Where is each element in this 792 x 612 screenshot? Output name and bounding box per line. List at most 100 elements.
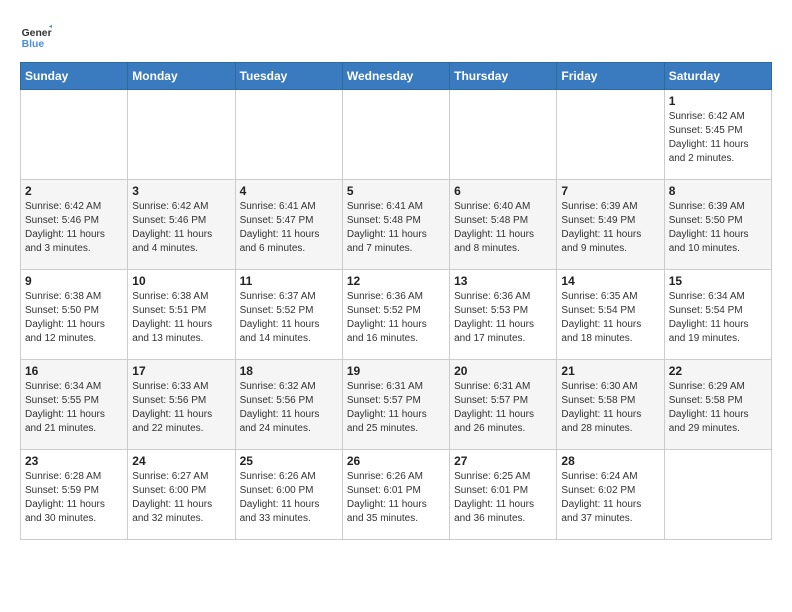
logo: General Blue bbox=[20, 20, 56, 52]
weekday-wednesday: Wednesday bbox=[342, 63, 449, 90]
weekday-tuesday: Tuesday bbox=[235, 63, 342, 90]
day-info: Sunrise: 6:24 AM Sunset: 6:02 PM Dayligh… bbox=[561, 470, 659, 526]
day-cell: 19 Sunrise: 6:31 AM Sunset: 5:57 PM Dayli… bbox=[342, 360, 449, 450]
day-number: 2 bbox=[25, 184, 123, 198]
day-info: Sunrise: 6:39 AM Sunset: 5:50 PM Dayligh… bbox=[669, 200, 767, 256]
week-row-4: 16 Sunrise: 6:34 AM Sunset: 5:55 PM Dayli… bbox=[21, 360, 772, 450]
day-number: 21 bbox=[561, 364, 659, 378]
weekday-friday: Friday bbox=[557, 63, 664, 90]
day-info: Sunrise: 6:42 AM Sunset: 5:45 PM Dayligh… bbox=[669, 110, 767, 166]
day-number: 27 bbox=[454, 454, 552, 468]
day-info: Sunrise: 6:39 AM Sunset: 5:49 PM Dayligh… bbox=[561, 200, 659, 256]
day-number: 9 bbox=[25, 274, 123, 288]
week-row-2: 2 Sunrise: 6:42 AM Sunset: 5:46 PM Daylig… bbox=[21, 180, 772, 270]
day-info: Sunrise: 6:26 AM Sunset: 6:01 PM Dayligh… bbox=[347, 470, 445, 526]
day-info: Sunrise: 6:41 AM Sunset: 5:47 PM Dayligh… bbox=[240, 200, 338, 256]
day-cell: 10 Sunrise: 6:38 AM Sunset: 5:51 PM Dayli… bbox=[128, 270, 235, 360]
day-cell: 16 Sunrise: 6:34 AM Sunset: 5:55 PM Dayli… bbox=[21, 360, 128, 450]
day-info: Sunrise: 6:31 AM Sunset: 5:57 PM Dayligh… bbox=[347, 380, 445, 436]
day-cell: 2 Sunrise: 6:42 AM Sunset: 5:46 PM Daylig… bbox=[21, 180, 128, 270]
day-info: Sunrise: 6:28 AM Sunset: 5:59 PM Dayligh… bbox=[25, 470, 123, 526]
day-info: Sunrise: 6:33 AM Sunset: 5:56 PM Dayligh… bbox=[132, 380, 230, 436]
day-number: 18 bbox=[240, 364, 338, 378]
logo-icon: General Blue bbox=[20, 20, 52, 52]
day-cell: 12Sunrise: 6:36 AM Sunset: 5:52 PM Dayli… bbox=[342, 270, 449, 360]
weekday-header-row: SundayMondayTuesdayWednesdayThursdayFrid… bbox=[21, 63, 772, 90]
day-cell: 28 Sunrise: 6:24 AM Sunset: 6:02 PM Dayli… bbox=[557, 450, 664, 540]
weekday-monday: Monday bbox=[128, 63, 235, 90]
day-cell: 9 Sunrise: 6:38 AM Sunset: 5:50 PM Daylig… bbox=[21, 270, 128, 360]
day-info: Sunrise: 6:35 AM Sunset: 5:54 PM Dayligh… bbox=[561, 290, 659, 346]
day-info: Sunrise: 6:25 AM Sunset: 6:01 PM Dayligh… bbox=[454, 470, 552, 526]
day-info: Sunrise: 6:31 AM Sunset: 5:57 PM Dayligh… bbox=[454, 380, 552, 436]
day-cell: 1Sunrise: 6:42 AM Sunset: 5:45 PM Daylig… bbox=[664, 90, 771, 180]
day-info: Sunrise: 6:29 AM Sunset: 5:58 PM Dayligh… bbox=[669, 380, 767, 436]
day-cell: 5Sunrise: 6:41 AM Sunset: 5:48 PM Daylig… bbox=[342, 180, 449, 270]
day-cell: 22 Sunrise: 6:29 AM Sunset: 5:58 PM Dayli… bbox=[664, 360, 771, 450]
day-cell: 3 Sunrise: 6:42 AM Sunset: 5:46 PM Daylig… bbox=[128, 180, 235, 270]
day-number: 6 bbox=[454, 184, 552, 198]
day-info: Sunrise: 6:34 AM Sunset: 5:54 PM Dayligh… bbox=[669, 290, 767, 346]
day-number: 19 bbox=[347, 364, 445, 378]
day-number: 24 bbox=[132, 454, 230, 468]
day-info: Sunrise: 6:37 AM Sunset: 5:52 PM Dayligh… bbox=[240, 290, 338, 346]
day-info: Sunrise: 6:38 AM Sunset: 5:51 PM Dayligh… bbox=[132, 290, 230, 346]
svg-text:Blue: Blue bbox=[22, 39, 45, 50]
day-info: Sunrise: 6:30 AM Sunset: 5:58 PM Dayligh… bbox=[561, 380, 659, 436]
day-number: 4 bbox=[240, 184, 338, 198]
day-cell bbox=[557, 90, 664, 180]
day-info: Sunrise: 6:40 AM Sunset: 5:48 PM Dayligh… bbox=[454, 200, 552, 256]
day-cell: 6 Sunrise: 6:40 AM Sunset: 5:48 PM Daylig… bbox=[450, 180, 557, 270]
day-number: 13 bbox=[454, 274, 552, 288]
day-number: 16 bbox=[25, 364, 123, 378]
day-number: 3 bbox=[132, 184, 230, 198]
day-cell bbox=[21, 90, 128, 180]
day-info: Sunrise: 6:27 AM Sunset: 6:00 PM Dayligh… bbox=[132, 470, 230, 526]
day-cell: 11 Sunrise: 6:37 AM Sunset: 5:52 PM Dayli… bbox=[235, 270, 342, 360]
day-number: 23 bbox=[25, 454, 123, 468]
day-number: 20 bbox=[454, 364, 552, 378]
day-number: 15 bbox=[669, 274, 767, 288]
day-cell: 27 Sunrise: 6:25 AM Sunset: 6:01 PM Dayli… bbox=[450, 450, 557, 540]
day-cell bbox=[664, 450, 771, 540]
weekday-saturday: Saturday bbox=[664, 63, 771, 90]
day-info: Sunrise: 6:32 AM Sunset: 5:56 PM Dayligh… bbox=[240, 380, 338, 436]
day-number: 10 bbox=[132, 274, 230, 288]
calendar-table: SundayMondayTuesdayWednesdayThursdayFrid… bbox=[20, 62, 772, 540]
day-cell bbox=[128, 90, 235, 180]
day-cell: 26Sunrise: 6:26 AM Sunset: 6:01 PM Dayli… bbox=[342, 450, 449, 540]
day-info: Sunrise: 6:34 AM Sunset: 5:55 PM Dayligh… bbox=[25, 380, 123, 436]
day-info: Sunrise: 6:36 AM Sunset: 5:52 PM Dayligh… bbox=[347, 290, 445, 346]
day-cell: 25 Sunrise: 6:26 AM Sunset: 6:00 PM Dayli… bbox=[235, 450, 342, 540]
day-cell: 20 Sunrise: 6:31 AM Sunset: 5:57 PM Dayli… bbox=[450, 360, 557, 450]
day-number: 7 bbox=[561, 184, 659, 198]
day-cell: 4 Sunrise: 6:41 AM Sunset: 5:47 PM Daylig… bbox=[235, 180, 342, 270]
day-cell bbox=[342, 90, 449, 180]
calendar-body: 1Sunrise: 6:42 AM Sunset: 5:45 PM Daylig… bbox=[21, 90, 772, 540]
day-info: Sunrise: 6:42 AM Sunset: 5:46 PM Dayligh… bbox=[25, 200, 123, 256]
weekday-sunday: Sunday bbox=[21, 63, 128, 90]
week-row-3: 9 Sunrise: 6:38 AM Sunset: 5:50 PM Daylig… bbox=[21, 270, 772, 360]
svg-text:General: General bbox=[22, 28, 52, 39]
weekday-thursday: Thursday bbox=[450, 63, 557, 90]
day-number: 8 bbox=[669, 184, 767, 198]
day-cell: 14Sunrise: 6:35 AM Sunset: 5:54 PM Dayli… bbox=[557, 270, 664, 360]
day-cell: 18 Sunrise: 6:32 AM Sunset: 5:56 PM Dayli… bbox=[235, 360, 342, 450]
day-info: Sunrise: 6:26 AM Sunset: 6:00 PM Dayligh… bbox=[240, 470, 338, 526]
day-cell: 23 Sunrise: 6:28 AM Sunset: 5:59 PM Dayli… bbox=[21, 450, 128, 540]
day-info: Sunrise: 6:36 AM Sunset: 5:53 PM Dayligh… bbox=[454, 290, 552, 346]
day-info: Sunrise: 6:38 AM Sunset: 5:50 PM Dayligh… bbox=[25, 290, 123, 346]
day-info: Sunrise: 6:42 AM Sunset: 5:46 PM Dayligh… bbox=[132, 200, 230, 256]
day-cell: 7 Sunrise: 6:39 AM Sunset: 5:49 PM Daylig… bbox=[557, 180, 664, 270]
week-row-1: 1Sunrise: 6:42 AM Sunset: 5:45 PM Daylig… bbox=[21, 90, 772, 180]
day-number: 11 bbox=[240, 274, 338, 288]
day-cell: 17Sunrise: 6:33 AM Sunset: 5:56 PM Dayli… bbox=[128, 360, 235, 450]
day-number: 28 bbox=[561, 454, 659, 468]
day-cell: 21 Sunrise: 6:30 AM Sunset: 5:58 PM Dayli… bbox=[557, 360, 664, 450]
day-number: 5 bbox=[347, 184, 445, 198]
day-cell: 8 Sunrise: 6:39 AM Sunset: 5:50 PM Daylig… bbox=[664, 180, 771, 270]
day-cell: 15 Sunrise: 6:34 AM Sunset: 5:54 PM Dayli… bbox=[664, 270, 771, 360]
day-number: 25 bbox=[240, 454, 338, 468]
day-number: 22 bbox=[669, 364, 767, 378]
calendar-header: SundayMondayTuesdayWednesdayThursdayFrid… bbox=[21, 63, 772, 90]
